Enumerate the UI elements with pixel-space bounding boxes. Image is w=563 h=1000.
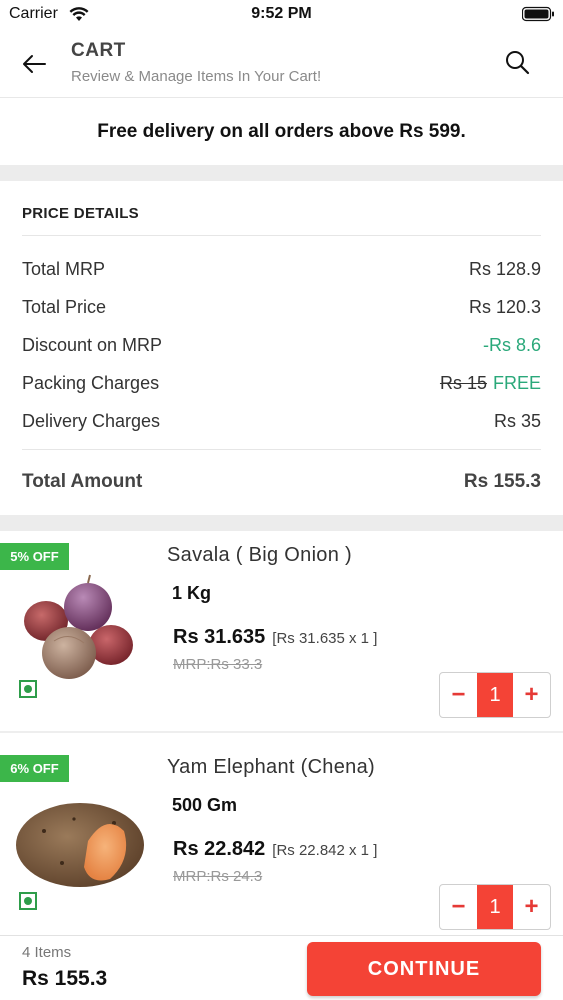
decrease-quantity-button[interactable]: − <box>440 673 477 717</box>
back-arrow-icon <box>23 55 46 73</box>
price-label: Discount on MRP <box>22 334 163 355</box>
veg-indicator-icon <box>19 892 37 910</box>
packing-free-value: FREE <box>492 372 541 393</box>
price-row-packing: Packing Charges Rs 15 FREE <box>22 370 541 396</box>
price-details-heading: PRICE DETAILS <box>22 205 139 222</box>
packing-original-value: Rs 15 <box>439 372 487 393</box>
price-label: Packing Charges <box>22 372 160 393</box>
app-header: CART Review & Manage Items In Your Cart! <box>0 30 563 98</box>
page-subtitle: Review & Manage Items In Your Cart! <box>71 68 322 85</box>
price-row-total-price: Total Price Rs 120.3 <box>22 294 541 320</box>
price-label: Delivery Charges <box>22 410 161 431</box>
price-value: Rs 35 <box>493 410 541 431</box>
page-title: CART <box>71 40 126 61</box>
product-price-line: Rs 31.635 [Rs 31.635 x 1 ] <box>173 626 377 649</box>
section-divider <box>0 165 563 181</box>
checkout-footer: 4 Items Rs 155.3 CONTINUE <box>0 935 563 1000</box>
product-quantity: 500 Gm <box>172 795 238 815</box>
quantity-value: 1 <box>477 885 513 929</box>
battery-icon <box>522 6 554 22</box>
item-divider <box>0 731 563 733</box>
increase-quantity-button[interactable]: + <box>513 885 550 929</box>
discount-badge: 5% OFF <box>0 543 69 570</box>
quantity-value: 1 <box>477 673 513 717</box>
product-quantity: 1 Kg <box>172 583 212 603</box>
total-amount-value: Rs 155.3 <box>463 471 541 492</box>
product-name[interactable]: Yam Elephant (Chena) <box>167 756 375 779</box>
product-mrp: MRP:Rs 24.3 <box>173 868 263 885</box>
quantity-stepper: − 1 + <box>439 672 551 718</box>
yam-image[interactable] <box>14 783 154 901</box>
discount-value: -Rs 8.6 <box>482 334 541 355</box>
decrease-quantity-button[interactable]: − <box>440 885 477 929</box>
product-price: Rs 22.842 <box>173 838 266 860</box>
product-price: Rs 31.635 <box>173 626 266 648</box>
clock: 9:52 PM <box>251 5 312 22</box>
price-label: Total MRP <box>22 258 106 279</box>
free-delivery-banner: Free delivery on all orders above Rs 599… <box>97 121 466 142</box>
product-mrp: MRP:Rs 33.3 <box>173 656 263 673</box>
cart-item-count: 4 Items <box>22 944 72 961</box>
total-amount-row: Total Amount Rs 155.3 <box>22 467 541 497</box>
price-value: Rs 128.9 <box>468 258 541 279</box>
continue-button[interactable]: CONTINUE <box>307 942 541 996</box>
back-button[interactable] <box>18 48 50 80</box>
status-bar: Carrier 9:52 PM <box>0 0 563 30</box>
product-name[interactable]: Savala ( Big Onion ) <box>167 544 352 567</box>
veg-indicator-icon <box>19 680 37 698</box>
search-icon <box>506 51 530 75</box>
price-row-total-mrp: Total MRP Rs 128.9 <box>22 256 541 282</box>
section-divider <box>0 515 563 531</box>
cart-item: 5% OFF Savala ( Big Onion ) 1 Kg Rs 31.6… <box>0 531 563 731</box>
product-price-calc: [Rs 31.635 x 1 ] <box>272 630 378 647</box>
increase-quantity-button[interactable]: + <box>513 673 550 717</box>
product-price-line: Rs 22.842 [Rs 22.842 x 1 ] <box>173 838 377 861</box>
discount-badge: 6% OFF <box>0 755 69 782</box>
price-value: Rs 120.3 <box>468 296 541 317</box>
price-row-discount: Discount on MRP -Rs 8.6 <box>22 332 541 358</box>
search-button[interactable] <box>500 45 534 79</box>
divider <box>22 449 541 450</box>
product-price-calc: [Rs 22.842 x 1 ] <box>272 842 378 859</box>
total-amount-label: Total Amount <box>22 471 143 492</box>
quantity-stepper: − 1 + <box>439 884 551 930</box>
footer-total-amount: Rs 155.3 <box>22 967 108 990</box>
price-row-delivery: Delivery Charges Rs 35 <box>22 408 541 434</box>
price-label: Total Price <box>22 296 107 317</box>
divider <box>22 235 541 236</box>
onion-image[interactable] <box>14 571 154 689</box>
price-details-card: PRICE DETAILS Total MRP Rs 128.9 Total P… <box>0 181 563 515</box>
cart-item: 6% OFF Yam Elephant (Chena) 500 Gm Rs 22… <box>0 743 563 943</box>
